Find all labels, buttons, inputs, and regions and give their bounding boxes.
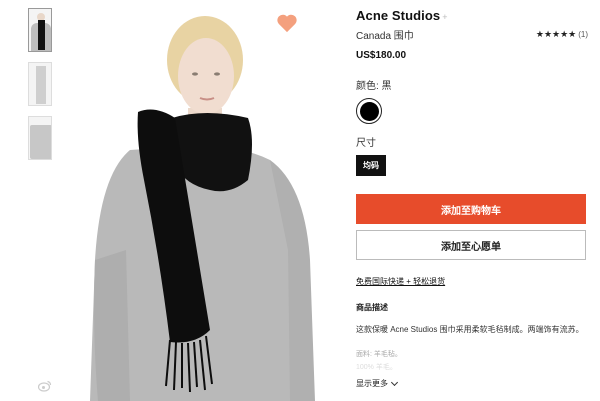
product-image: [60, 0, 340, 401]
rating-stars-icon: ★★★★★: [535, 29, 577, 39]
show-more-label: 显示更多: [356, 379, 388, 388]
product-info-panel: Acne Studios + Canada 围巾 ★★★★★ (1) US$180…: [356, 8, 588, 391]
thumbnail-list: [28, 8, 54, 170]
thumbnail-sweater[interactable]: [28, 116, 52, 160]
product-name-row: Canada 围巾 ★★★★★ (1): [356, 27, 588, 42]
size-option-button[interactable]: 均码: [356, 155, 386, 176]
eye-right-shape: [214, 72, 220, 76]
thumbnail-scarf-shape: [38, 20, 45, 50]
chevron-down-icon: [390, 378, 399, 386]
product-price: US$180.00: [356, 50, 407, 61]
eye-left-shape: [192, 72, 198, 76]
thumbnail-scarf[interactable]: [28, 62, 52, 106]
thumbnail-scarf-flat: [36, 66, 46, 104]
brand-follow-icon[interactable]: +: [442, 12, 447, 22]
show-more-button[interactable]: 显示更多: [356, 378, 399, 389]
face-shape: [178, 38, 234, 114]
product-photo: [90, 16, 315, 401]
add-to-cart-button[interactable]: 添加至购物车: [356, 194, 586, 224]
shipping-returns-link[interactable]: 免费国际快递 + 轻松退货: [356, 276, 588, 287]
rating-count[interactable]: (1): [578, 30, 588, 39]
size-label: 尺寸: [356, 138, 376, 149]
add-to-wishlist-button[interactable]: 添加至心愿单: [356, 230, 586, 260]
brand-label[interactable]: Acne Studios: [356, 8, 440, 23]
color-label: 颜色: 黑: [356, 81, 392, 92]
product-name: Canada 围巾: [356, 31, 414, 42]
sleeve-left-shape: [94, 250, 130, 401]
description-text: 这款保暖 Acne Studios 围巾采用柔软毛毡制成。两端饰有流苏。: [356, 325, 584, 334]
material-extra-text: 100% 羊毛。: [356, 364, 397, 371]
product-rating[interactable]: ★★★★★ (1): [536, 29, 588, 40]
description-title: 商品描述: [356, 303, 388, 312]
thumbnail-model[interactable]: [28, 8, 52, 52]
weibo-icon[interactable]: [38, 380, 52, 392]
color-swatch-fill: [359, 101, 379, 121]
material-text: 面料: 羊毛毡。: [356, 351, 402, 358]
thumbnail-sweater-flat: [30, 125, 51, 159]
heart-icon[interactable]: [276, 12, 298, 34]
brand-name[interactable]: Acne Studios +: [356, 8, 588, 23]
color-swatch-black[interactable]: [356, 98, 382, 124]
